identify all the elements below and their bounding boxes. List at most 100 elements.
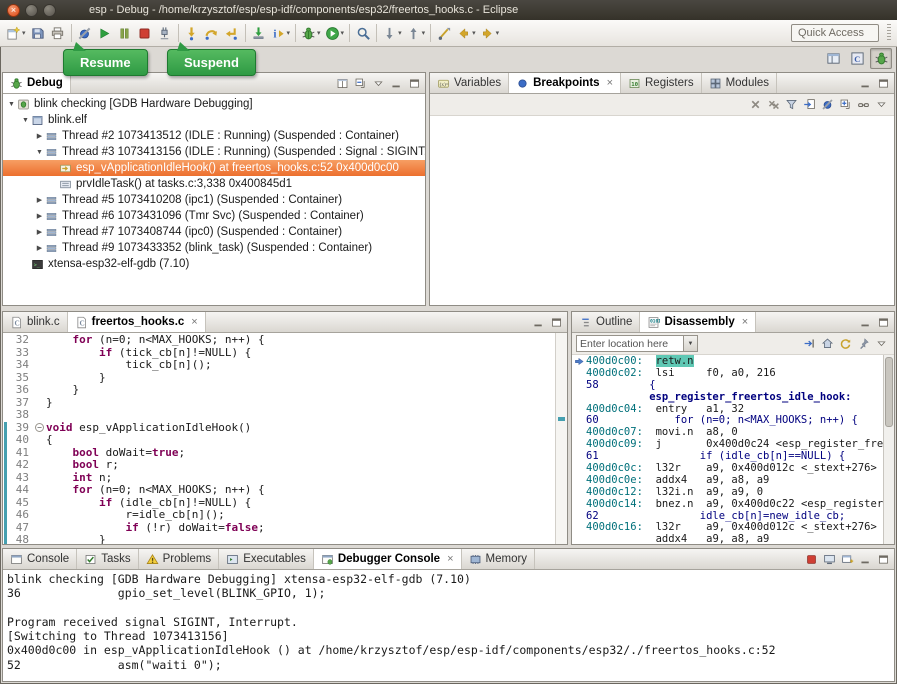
disassembly-content[interactable]: 400d0c00: retw.n400d0c02: lsi f0, a0, 21…	[572, 355, 894, 544]
disassembly-tab-disassembly[interactable]: 0101Disassembly×	[640, 312, 756, 332]
show-breakpoints-for-button[interactable]	[782, 96, 800, 114]
debug-perspective-button[interactable]	[870, 48, 892, 69]
collapse-twisty-icon[interactable]: ▼	[34, 149, 45, 156]
expand-twisty-icon[interactable]: ▶	[34, 244, 45, 252]
drop-to-frame-button[interactable]	[249, 22, 269, 44]
combo-dropdown-icon[interactable]: ▼	[683, 336, 697, 351]
search-button[interactable]	[353, 22, 373, 44]
console-tab-console[interactable]: Console	[3, 549, 77, 569]
close-tab-icon[interactable]: ×	[447, 553, 453, 565]
step-over-button[interactable]	[202, 22, 222, 44]
window-minimize-button[interactable]	[25, 4, 38, 17]
right-view-tab-breakpoints[interactable]: Breakpoints×	[509, 73, 621, 93]
prev-annotation-button[interactable]: ▾	[404, 22, 428, 44]
maximize-button[interactable]	[874, 74, 892, 92]
print-button[interactable]	[48, 22, 68, 44]
step-return-button[interactable]	[222, 22, 242, 44]
dropdown-arrow-icon[interactable]: ▾	[422, 29, 426, 37]
open-perspective-button[interactable]	[822, 48, 844, 69]
debug-tree-row[interactable]: ▼blink checking [GDB Hardware Debugging]	[3, 96, 425, 112]
quick-access-input[interactable]: Quick Access	[791, 24, 879, 42]
right-view-tab-variables[interactable]: (x)=Variables	[430, 73, 509, 93]
new-wizard-button[interactable]: ▾	[4, 22, 28, 44]
instruction-stepping-button[interactable]: i▾	[269, 22, 293, 44]
resume-button[interactable]	[95, 22, 115, 44]
expand-twisty-icon[interactable]: ▶	[34, 212, 45, 220]
location-combo[interactable]: Enter location here ▼	[576, 335, 698, 352]
minimize-button[interactable]	[529, 313, 547, 331]
close-tab-icon[interactable]: ×	[607, 77, 613, 89]
debug-tree-row[interactable]: prvIdleTask() at tasks.c:3,338 0x400845d…	[3, 176, 425, 192]
disconnect-button[interactable]	[155, 22, 175, 44]
right-view-tab-modules[interactable]: Modules	[702, 73, 777, 93]
display-console-button[interactable]	[820, 550, 838, 568]
skip-all-breakpoints-button[interactable]	[75, 22, 95, 44]
view-menu-button[interactable]	[369, 74, 387, 92]
next-annotation-button[interactable]: ▾	[380, 22, 404, 44]
debug-tree-row[interactable]: ▼blink.elf	[3, 112, 425, 128]
window-close-button[interactable]: ×	[7, 4, 20, 17]
pin-button[interactable]	[854, 335, 872, 353]
collapse-fold-icon[interactable]: −	[35, 423, 44, 432]
code-area[interactable]: for (n=0; n<MAX_HOOKS; n++) { if (tick_c…	[46, 333, 555, 544]
right-view-tab-registers[interactable]: 10Registers	[621, 73, 702, 93]
remove-all-breakpoints-button[interactable]	[764, 96, 782, 114]
view-layout-button[interactable]	[333, 74, 351, 92]
go-to-file-button[interactable]	[800, 96, 818, 114]
source-editor[interactable]: 3233343536373839404142434445464748 − for…	[3, 333, 567, 544]
debug-tree-row[interactable]: >_xtensa-esp32-elf-gdb (7.10)	[3, 256, 425, 272]
maximize-button[interactable]	[874, 313, 892, 331]
expand-all-button[interactable]	[836, 96, 854, 114]
cpp-perspective-button[interactable]: C	[846, 48, 868, 69]
goto-pc-button[interactable]	[800, 335, 818, 353]
run-button[interactable]: ▾	[323, 22, 347, 44]
editor-tab-freertos-hooks-c[interactable]: Cfreertos_hooks.c×	[68, 312, 206, 332]
save-button[interactable]	[28, 22, 48, 44]
debug-tree-row[interactable]: ▶Thread #5 1073410208 (ipc1) (Suspended …	[3, 192, 425, 208]
back-button[interactable]: ▾	[454, 22, 478, 44]
dropdown-arrow-icon[interactable]: ▾	[398, 29, 402, 37]
debug-button[interactable]: ▾	[299, 22, 323, 44]
debug-tab-debug[interactable]: Debug	[3, 73, 71, 93]
minimize-button[interactable]	[856, 550, 874, 568]
perspective-bar-handle[interactable]	[887, 24, 891, 42]
minimize-button[interactable]	[856, 313, 874, 331]
collapse-twisty-icon[interactable]: ▼	[20, 117, 31, 124]
window-maximize-button[interactable]	[43, 4, 56, 17]
minimize-button[interactable]	[856, 74, 874, 92]
skip-all-button[interactable]	[818, 96, 836, 114]
last-edit-location-button[interactable]	[434, 22, 454, 44]
console-tab-executables[interactable]: Executables	[219, 549, 314, 569]
dropdown-arrow-icon[interactable]: ▾	[22, 29, 26, 37]
forward-button[interactable]: ▾	[478, 22, 502, 44]
debug-tree-row[interactable]: ▶Thread #2 1073413512 (IDLE : Running) (…	[3, 128, 425, 144]
expand-twisty-icon[interactable]: ▶	[34, 228, 45, 236]
dropdown-arrow-icon[interactable]: ▾	[317, 29, 321, 37]
view-menu-button[interactable]	[872, 335, 890, 353]
debug-tree-row[interactable]: esp_vApplicationIdleHook() at freertos_h…	[3, 160, 425, 176]
disassembly-line[interactable]: addx4 a9, a8, a9	[586, 534, 883, 544]
terminate-button[interactable]	[135, 22, 155, 44]
console-tab-debugger-console[interactable]: Debugger Console×	[314, 549, 462, 569]
suspend-button[interactable]	[115, 22, 135, 44]
dropdown-arrow-icon[interactable]: ▾	[287, 29, 291, 37]
maximize-button[interactable]	[547, 313, 565, 331]
debug-tree-row[interactable]: ▶Thread #9 1073433352 (blink_task) (Susp…	[3, 240, 425, 256]
collapse-all-button[interactable]	[351, 74, 369, 92]
debug-tree-row[interactable]: ▶Thread #6 1073431096 (Tmr Svc) (Suspend…	[3, 208, 425, 224]
open-console-button[interactable]	[838, 550, 856, 568]
disassembly-scrollbar[interactable]	[883, 355, 894, 544]
remove-breakpoint-button[interactable]	[746, 96, 764, 114]
disassembly-tab-outline[interactable]: Outline	[572, 312, 640, 332]
dropdown-arrow-icon[interactable]: ▾	[496, 29, 500, 37]
close-tab-icon[interactable]: ×	[191, 316, 197, 328]
disassembly-line[interactable]: 400d0c02: lsi f0, a0, 216	[586, 368, 883, 380]
collapse-twisty-icon[interactable]: ▼	[6, 101, 17, 108]
overview-ruler[interactable]	[555, 333, 567, 544]
console-tab-memory[interactable]: Memory	[462, 549, 536, 569]
editor-tab-blink-c[interactable]: Cblink.c	[3, 312, 68, 332]
dropdown-arrow-icon[interactable]: ▾	[341, 29, 345, 37]
maximize-button[interactable]	[405, 74, 423, 92]
home-button[interactable]	[818, 335, 836, 353]
mixed-source-line[interactable]: 58 {	[586, 380, 883, 392]
